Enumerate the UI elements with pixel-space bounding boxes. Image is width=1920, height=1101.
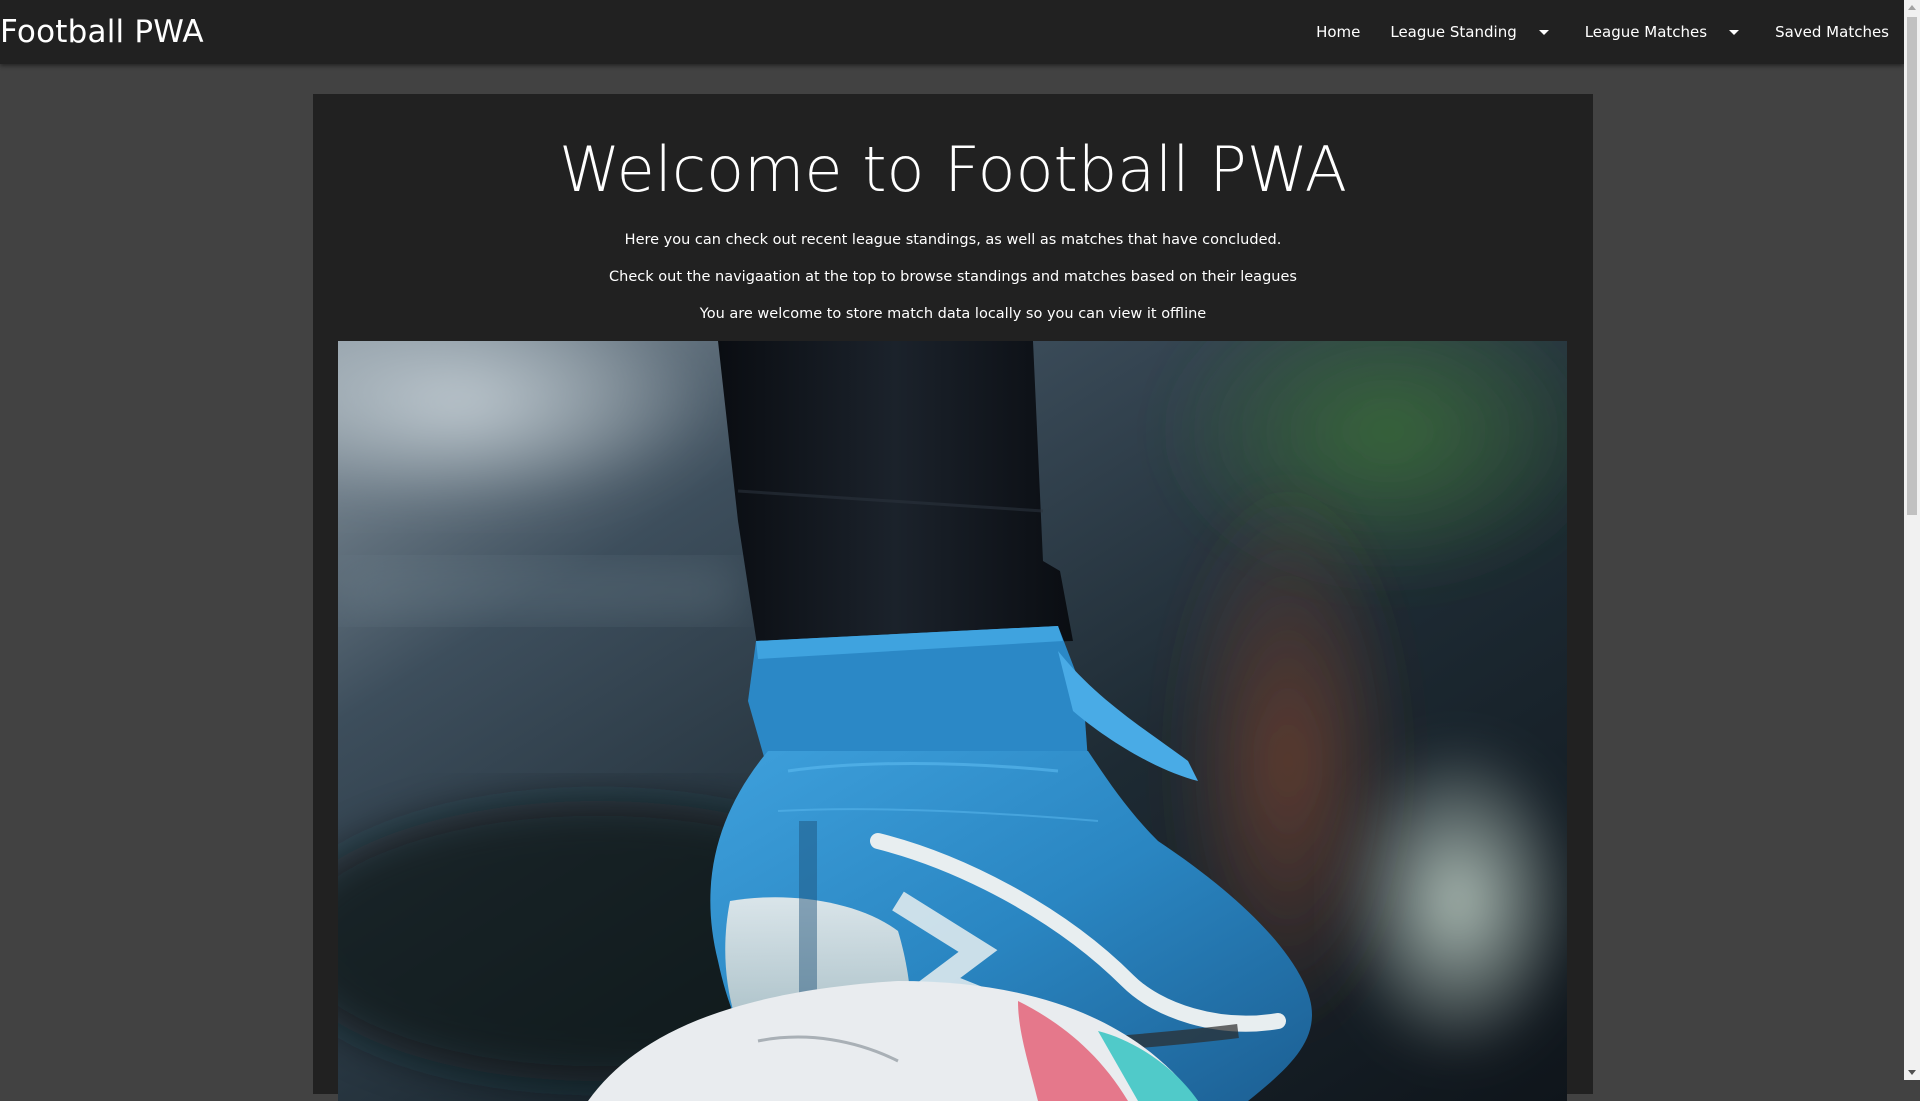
- dropdown-caret-icon: [1729, 29, 1740, 35]
- nav-item-league-standing[interactable]: League Standing: [1375, 0, 1569, 64]
- hero-image-football-boot: [338, 341, 1567, 1101]
- page-scrollbar[interactable]: [1904, 0, 1920, 1080]
- nav-item-league-matches-label: League Matches: [1584, 23, 1708, 41]
- nav-item-league-matches[interactable]: League Matches: [1570, 0, 1760, 64]
- welcome-card: Welcome to Football PWA Here you can che…: [313, 94, 1593, 1101]
- nav-item-home[interactable]: Home: [1301, 0, 1375, 64]
- scrollbar-thumb[interactable]: [1907, 17, 1917, 515]
- scroll-up-arrow-icon[interactable]: [1908, 5, 1916, 10]
- navigation-hint-paragraph: Check out the navigaation at the top to …: [609, 269, 1297, 285]
- dropdown-caret-icon: [1538, 29, 1549, 35]
- intro-paragraph: Here you can check out recent league sta…: [624, 232, 1282, 248]
- brand-logo-link[interactable]: Football PWA: [0, 0, 204, 64]
- nav-item-home-label: Home: [1316, 23, 1361, 41]
- offline-hint-paragraph: You are welcome to store match data loca…: [699, 306, 1207, 322]
- nav-links: Home League Standing League Matches Save…: [1301, 0, 1904, 64]
- nav-item-saved-matches-label: Saved Matches: [1775, 23, 1889, 41]
- nav-item-league-standing-label: League Standing: [1390, 23, 1517, 41]
- top-navbar: Football PWA Home League Standing League…: [0, 0, 1904, 64]
- football-boot-photo: [338, 341, 1567, 1101]
- page-title: Welcome to Football PWA: [558, 133, 1348, 206]
- nav-item-saved-matches[interactable]: Saved Matches: [1760, 0, 1904, 64]
- scroll-down-arrow-icon[interactable]: [1908, 1070, 1916, 1075]
